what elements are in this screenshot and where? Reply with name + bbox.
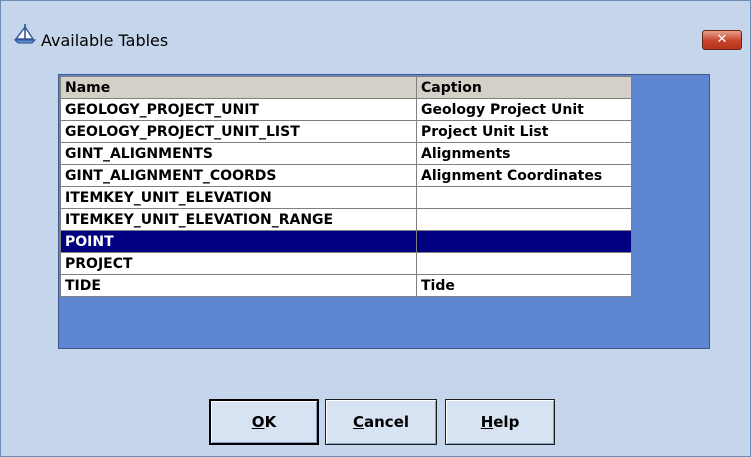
cancel-mnemonic: C [352, 413, 364, 431]
close-icon: ✕ [716, 32, 728, 47]
app-icon [13, 21, 37, 45]
cell-caption[interactable]: Project Unit List [416, 120, 632, 143]
window-title: Available Tables [41, 31, 169, 50]
grid-header-row: Name Caption [60, 76, 632, 99]
cell-name[interactable]: GINT_ALIGNMENTS [60, 142, 417, 165]
cancel-label: ancel [364, 413, 410, 431]
cell-name[interactable]: GINT_ALIGNMENT_COORDS [60, 164, 417, 187]
ok-mnemonic: O [251, 413, 265, 431]
cell-caption[interactable]: Geology Project Unit [416, 98, 632, 121]
cell-name[interactable]: GEOLOGY_PROJECT_UNIT_LIST [60, 120, 417, 143]
available-tables-dialog: Available Tables ✕ Name Caption GEOLOGY_… [0, 0, 751, 457]
cell-name[interactable]: TIDE [60, 274, 417, 297]
cell-caption[interactable]: Alignments [416, 142, 632, 165]
table-row[interactable]: GINT_ALIGNMENTS Alignments [60, 142, 632, 165]
tables-table: Name Caption GEOLOGY_PROJECT_UNIT Geology… [60, 76, 632, 297]
table-row[interactable]: POINT [60, 230, 632, 253]
cell-caption[interactable] [416, 186, 632, 209]
cell-name[interactable]: POINT [60, 230, 417, 253]
cell-name[interactable]: ITEMKEY_UNIT_ELEVATION_RANGE [60, 208, 417, 231]
table-row[interactable]: TIDE Tide [60, 274, 632, 297]
cell-caption[interactable]: Alignment Coordinates [416, 164, 632, 187]
cell-caption[interactable] [416, 230, 632, 253]
tables-grid[interactable]: Name Caption GEOLOGY_PROJECT_UNIT Geology… [58, 74, 710, 349]
ok-label: K [264, 413, 277, 431]
grid-empty-area [60, 325, 632, 348]
help-label: elp [493, 413, 520, 431]
cell-name[interactable]: GEOLOGY_PROJECT_UNIT [60, 98, 417, 121]
title-bar[interactable]: Available Tables ✕ [1, 1, 750, 50]
table-row[interactable]: PROJECT [60, 252, 632, 275]
close-button[interactable]: ✕ [702, 30, 742, 50]
help-button[interactable]: Help [445, 399, 555, 445]
cell-caption[interactable] [416, 252, 632, 275]
help-mnemonic: H [480, 413, 494, 431]
cell-name[interactable]: ITEMKEY_UNIT_ELEVATION [60, 186, 417, 209]
cancel-button[interactable]: Cancel [325, 399, 437, 445]
table-row[interactable]: ITEMKEY_UNIT_ELEVATION [60, 186, 632, 209]
cell-caption[interactable] [416, 208, 632, 231]
cell-caption[interactable]: Tide [416, 274, 632, 297]
column-header-name[interactable]: Name [60, 76, 417, 99]
cell-name[interactable]: PROJECT [60, 252, 417, 275]
ok-button[interactable]: OK [209, 399, 319, 445]
table-row[interactable]: GINT_ALIGNMENT_COORDS Alignment Coordinat… [60, 164, 632, 187]
table-row[interactable]: GEOLOGY_PROJECT_UNIT_LIST Project Unit Li… [60, 120, 632, 143]
table-row[interactable]: GEOLOGY_PROJECT_UNIT Geology Project Unit [60, 98, 632, 121]
column-header-caption[interactable]: Caption [416, 76, 632, 99]
table-row[interactable]: ITEMKEY_UNIT_ELEVATION_RANGE [60, 208, 632, 231]
